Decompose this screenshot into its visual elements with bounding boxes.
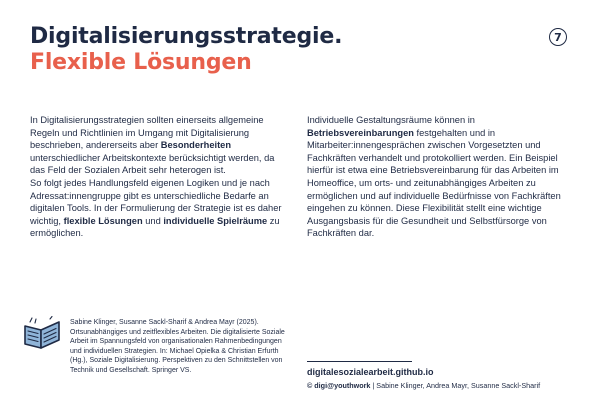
title-line-1: Digitalisierungsstrategie. bbox=[30, 24, 343, 49]
title-line-2: Flexible Lösungen bbox=[30, 50, 252, 75]
right-column: Individuelle Gestaltungsräume können in … bbox=[307, 114, 569, 240]
left-column: In Digitalisierungsstrategien sollten ei… bbox=[30, 114, 284, 240]
left-paragraph-1: In Digitalisierungsstrategien sollten ei… bbox=[30, 114, 284, 177]
right-paragraph-1: Individuelle Gestaltungsräume können in … bbox=[307, 114, 569, 240]
reference-citation: Sabine Klinger, Susanne Sackl-Sharif & A… bbox=[70, 319, 285, 374]
credit-authors: | Sabine Klinger, Andrea Mayr, Susanne S… bbox=[370, 381, 541, 390]
page-number-badge: 7 bbox=[549, 28, 567, 46]
text-span: Individuelle Gestaltungsräume können in bbox=[307, 115, 475, 125]
bold-text: Betriebsvereinbarungen bbox=[307, 127, 414, 138]
left-paragraph-2: So folgt jedes Handlungsfeld eigenen Log… bbox=[30, 177, 284, 240]
bold-text: flexible Lösungen bbox=[63, 215, 143, 226]
text-span: unterschiedlicher Arbeitskontexte berück… bbox=[30, 152, 275, 176]
bold-text: Besonderheiten bbox=[160, 140, 232, 151]
page-number: 7 bbox=[554, 30, 562, 44]
footer-credit: © digi@youthwork | Sabine Klinger, Andre… bbox=[307, 381, 540, 390]
footer-divider bbox=[307, 361, 412, 362]
bold-text: individuelle Spielräume bbox=[163, 215, 268, 226]
website-link[interactable]: digitalesozialearbeit.github.io bbox=[307, 367, 434, 377]
page-title: Digitalisierungsstrategie. Flexible Lösu… bbox=[30, 24, 342, 76]
text-span: festgehalten und in Mitarbeiter:innenges… bbox=[307, 127, 561, 239]
text-span: und bbox=[142, 215, 164, 226]
open-book-icon bbox=[24, 316, 60, 349]
credit-handle: © digi@youthwork bbox=[307, 381, 371, 390]
